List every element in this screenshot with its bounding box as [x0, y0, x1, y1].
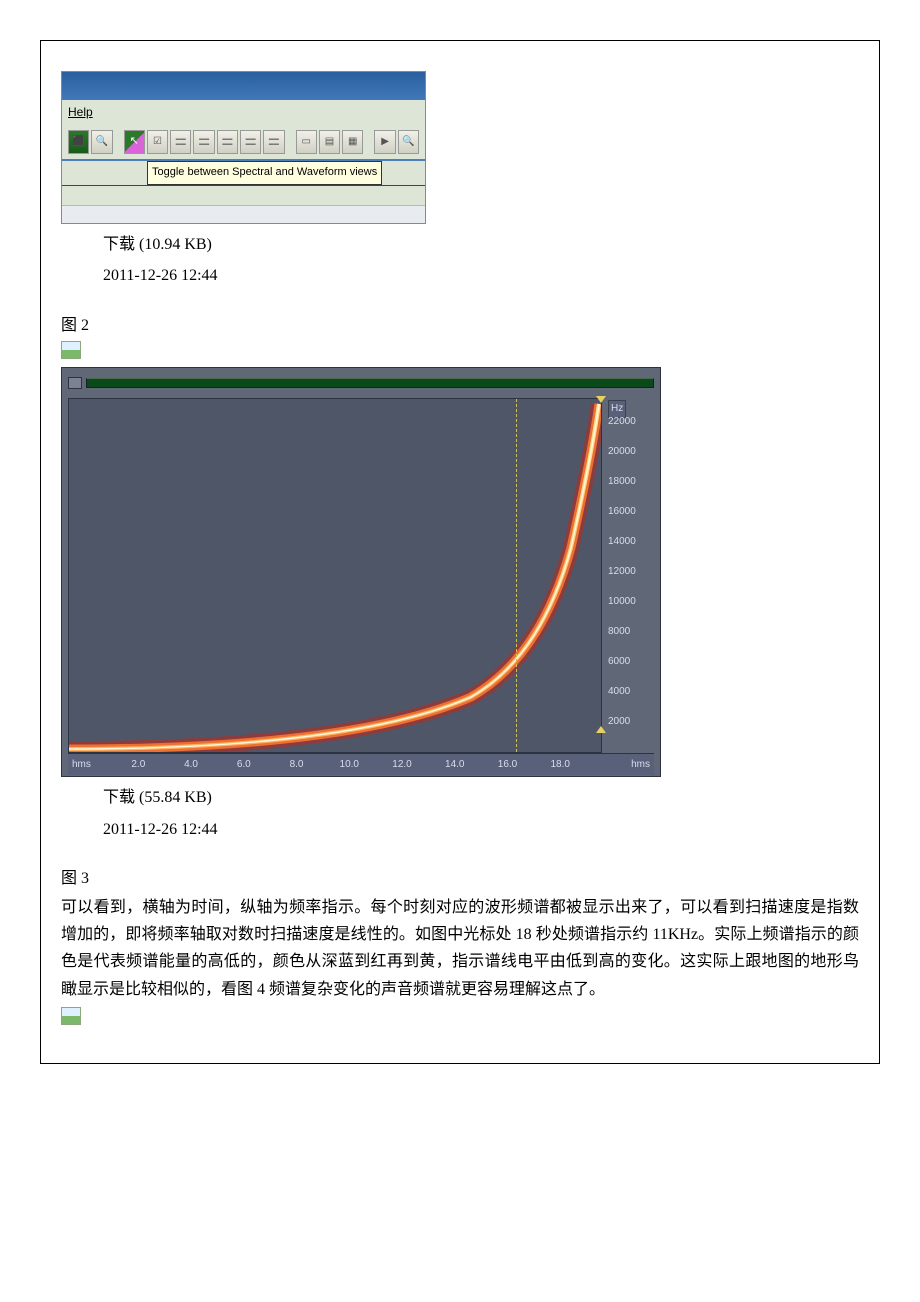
y-tick: 10000 — [608, 594, 636, 610]
y-tick: 6000 — [608, 654, 630, 670]
y-tick: 4000 — [608, 684, 630, 700]
preset-button-3[interactable]: ▬▬▬▬ — [217, 130, 238, 154]
preset-button-2[interactable]: ▬▬▬▬ — [193, 130, 214, 154]
chart-track-overview[interactable] — [86, 378, 654, 388]
play-button[interactable]: ▶ — [374, 130, 395, 154]
x-axis-unit-left: hms — [72, 757, 91, 773]
toolbar-button-panel-1[interactable]: ▭ — [296, 130, 317, 154]
toolbar-button-panel-3[interactable]: ▦ — [342, 130, 363, 154]
x-tick: 14.0 — [445, 757, 464, 773]
toolbar-screenshot: Help ⬛ 🔍 ☑ ▬▬▬▬ ▬▬▬▬ ▬▬▬▬ ▬▬▬▬ ▬▬▬▬ ▭ ▤ … — [61, 71, 426, 224]
x-tick: 6.0 — [237, 757, 251, 773]
x-axis-ruler: hms 2.0 4.0 6.0 8.0 10.0 12.0 14.0 16.0 … — [68, 753, 654, 775]
x-tick: 10.0 — [340, 757, 359, 773]
y-tick: 14000 — [608, 534, 636, 550]
toolbar-bottom-area — [62, 205, 425, 223]
y-tick: 18000 — [608, 474, 636, 490]
timestamp-fig2: 2011-12-26 12:44 — [103, 263, 859, 289]
y-tick: 8000 — [608, 624, 630, 640]
toolbar-button-1[interactable]: ⬛ — [68, 130, 89, 154]
x-tick: 8.0 — [290, 757, 304, 773]
tooltip: Toggle between Spectral and Waveform vie… — [147, 161, 382, 185]
zoom-button[interactable]: 🔍 — [398, 130, 419, 154]
image-placeholder-icon — [61, 1007, 81, 1025]
cursor-line — [516, 399, 517, 752]
y-handle-top[interactable] — [596, 396, 606, 403]
preset-button-4[interactable]: ▬▬▬▬ — [240, 130, 261, 154]
x-axis-unit-right: hms — [631, 757, 650, 773]
x-tick: 18.0 — [551, 757, 570, 773]
figure-3-label: 图 3 — [61, 866, 859, 892]
toolbar-lower-strip — [62, 185, 425, 205]
x-tick: 2.0 — [131, 757, 145, 773]
y-tick: 22000 — [608, 414, 636, 430]
preset-button-5[interactable]: ▬▬▬▬ — [263, 130, 284, 154]
toolbar-button-2[interactable]: 🔍 — [91, 130, 112, 154]
y-tick: 2000 — [608, 714, 630, 730]
y-tick: 20000 — [608, 444, 636, 460]
window-titlebar — [62, 72, 425, 100]
x-tick: 4.0 — [184, 757, 198, 773]
y-axis-ruler: Hz 22000 20000 18000 16000 14000 12000 1… — [602, 398, 654, 753]
y-tick: 16000 — [608, 504, 636, 520]
spectral-curve-svg — [69, 399, 601, 752]
download-link-fig3[interactable]: 下载 (55.84 KB) — [103, 785, 859, 811]
toolbar-button-4[interactable]: ☑ — [147, 130, 168, 154]
plot-area[interactable] — [68, 398, 602, 753]
toolbar: ⬛ 🔍 ☑ ▬▬▬▬ ▬▬▬▬ ▬▬▬▬ ▬▬▬▬ ▬▬▬▬ ▭ ▤ ▦ ▶ 🔍 — [62, 125, 425, 159]
timestamp-fig3: 2011-12-26 12:44 — [103, 817, 859, 843]
chart-topbar — [68, 376, 654, 390]
toggle-spectral-waveform-button[interactable] — [124, 130, 145, 154]
figure-2-label: 图 2 — [61, 313, 859, 339]
spectral-chart: Hz 22000 20000 18000 16000 14000 12000 1… — [61, 367, 661, 777]
help-menu[interactable]: Help — [68, 105, 93, 119]
toolbar-button-panel-2[interactable]: ▤ — [319, 130, 340, 154]
y-tick: 12000 — [608, 564, 636, 580]
x-tick: 16.0 — [498, 757, 517, 773]
preset-button-1[interactable]: ▬▬▬▬ — [170, 130, 191, 154]
download-link-fig2[interactable]: 下载 (10.94 KB) — [103, 232, 859, 258]
x-tick: 12.0 — [392, 757, 411, 773]
y-handle-bottom[interactable] — [596, 726, 606, 733]
image-placeholder-icon — [61, 341, 81, 359]
body-paragraph: 可以看到，横轴为时间，纵轴为频率指示。每个时刻对应的波形频谱都被显示出来了，可以… — [61, 894, 859, 1003]
chart-topbar-button[interactable] — [68, 377, 82, 389]
menu-bar: Help — [62, 100, 425, 125]
